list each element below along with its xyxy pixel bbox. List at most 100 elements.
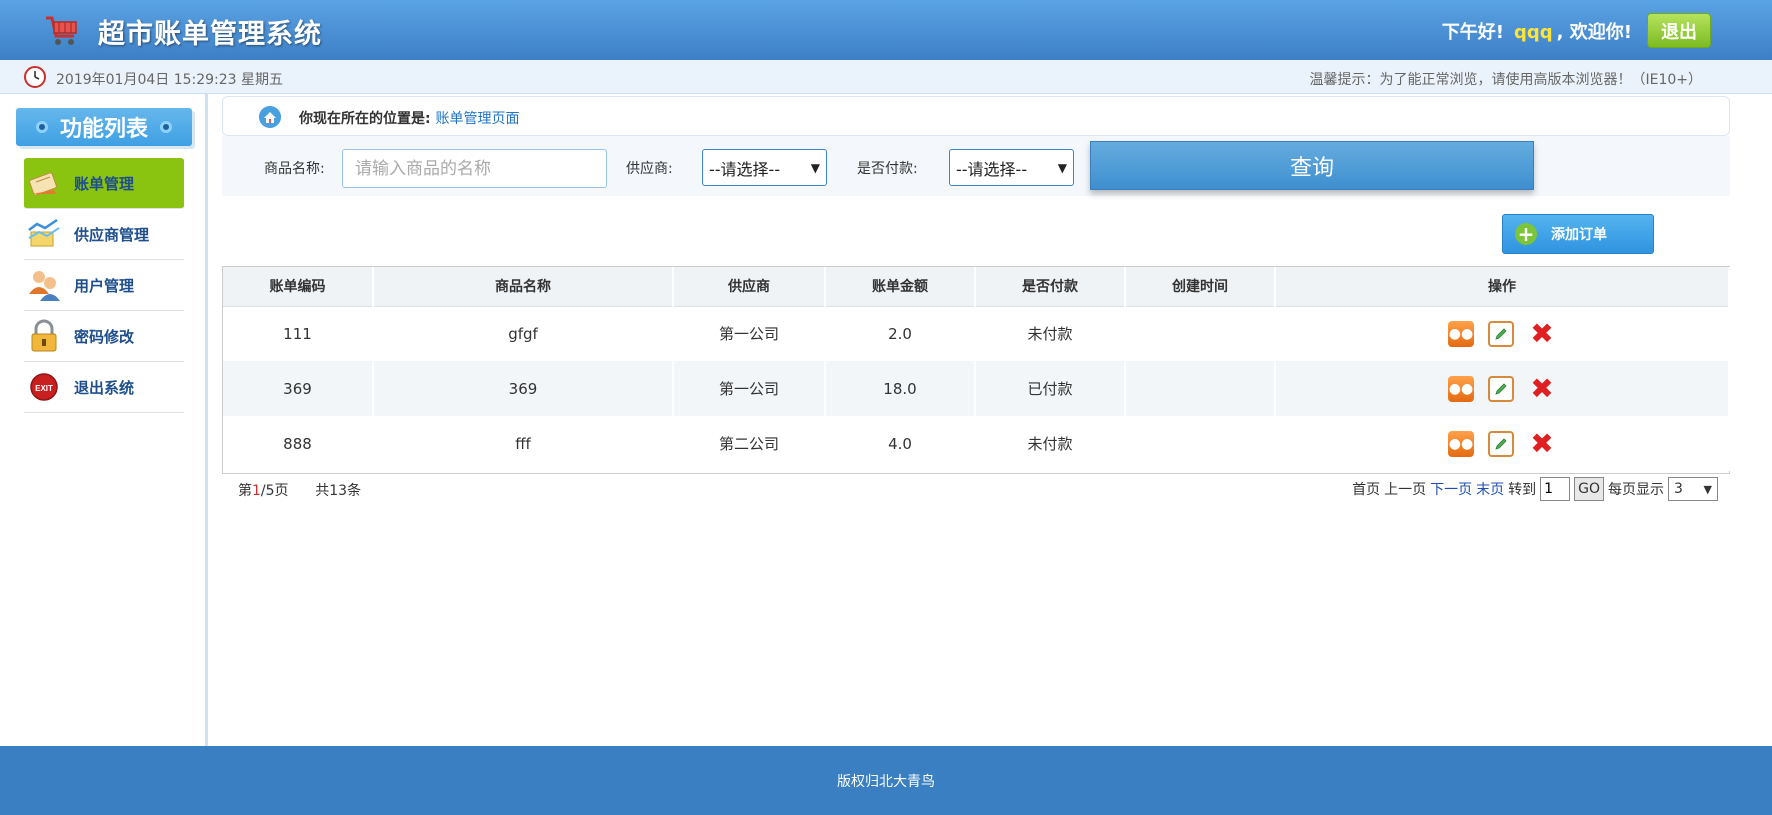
clock-icon xyxy=(24,66,46,88)
paid-select[interactable]: --请选择-- ▼ xyxy=(949,149,1074,186)
view-icon[interactable]: ●● xyxy=(1448,320,1474,347)
first-page-link[interactable]: 首页 xyxy=(1352,479,1380,499)
column-header: 账单金额 xyxy=(825,267,976,307)
supplier: 第一公司 xyxy=(673,361,826,416)
add-order-button[interactable]: + 添加订单 xyxy=(1502,214,1654,254)
view-icon[interactable]: ●● xyxy=(1448,430,1474,457)
prev-page-link[interactable]: 上一页 xyxy=(1384,479,1426,499)
sidebar-item-exit[interactable]: EXIT 退出系统 xyxy=(24,362,184,413)
product-name-input[interactable] xyxy=(342,149,607,188)
browser-tip: 温馨提示：为了能正常浏览，请使用高版本浏览器！（IE10+） xyxy=(1309,72,1702,88)
dropdown-arrow-icon: ▼ xyxy=(1057,160,1067,175)
supplier-label: 供应商: xyxy=(626,161,673,177)
exit-icon: EXIT xyxy=(26,369,62,405)
bill-amount: 18.0 xyxy=(825,361,976,416)
search-bar: 商品名称: 供应商: --请选择-- ▼ 是否付款: --请选择-- ▼ 查询 xyxy=(222,136,1730,196)
svg-text:EXIT: EXIT xyxy=(35,384,53,393)
paid-status: 已付款 xyxy=(975,361,1126,416)
column-header: 供应商 xyxy=(673,267,826,307)
delete-icon[interactable]: ✖ xyxy=(1528,374,1556,403)
page-info: 第1/5页 共13条 xyxy=(238,480,361,500)
current-page: 1 xyxy=(252,483,261,499)
logout-button[interactable]: 退出 xyxy=(1647,13,1711,48)
page-size-label: 每页显示 xyxy=(1608,482,1664,498)
supplier: 第二公司 xyxy=(673,416,826,471)
column-header: 操作 xyxy=(1275,267,1730,307)
lock-icon xyxy=(26,318,62,354)
column-header: 是否付款 xyxy=(975,267,1126,307)
home-icon xyxy=(259,106,281,128)
breadcrumb: 你现在所在的位置是: 账单管理页面 xyxy=(222,96,1730,136)
app-title: 超市账单管理系统 xyxy=(98,19,322,50)
table-header-row: 账单编码 商品名称 供应商 账单金额 是否付款 创建时间 操作 xyxy=(223,267,1730,307)
table-row: 888 fff 第二公司 4.0 未付款 ●● ✖ xyxy=(223,416,1730,471)
paid-status: 未付款 xyxy=(975,306,1126,361)
bill-code: 888 xyxy=(223,416,374,471)
product-name-label: 商品名称: xyxy=(264,161,325,177)
product-name: fff xyxy=(373,416,674,471)
query-button[interactable]: 查询 xyxy=(1090,141,1534,190)
sidebar-item-users[interactable]: 用户管理 xyxy=(24,260,184,311)
table-row: 111 gfgf 第一公司 2.0 未付款 ●● ✖ xyxy=(223,306,1730,361)
welcome-text: , 欢迎你! xyxy=(1556,22,1632,43)
goto-label: 转到 xyxy=(1508,482,1537,498)
location-current: 账单管理页面 xyxy=(435,111,520,127)
product-name: gfgf xyxy=(373,306,674,361)
supplier-select[interactable]: --请选择-- ▼ xyxy=(702,149,827,186)
bullet-icon xyxy=(35,121,48,133)
greeting-text: 下午好! xyxy=(1441,22,1505,43)
sidebar-item-suppliers[interactable]: 供应商管理 xyxy=(24,209,184,260)
column-header: 商品名称 xyxy=(373,267,674,307)
greeting: 下午好! qqq, 欢迎你! xyxy=(1442,18,1632,44)
plus-icon: + xyxy=(1515,223,1537,245)
page-suffix: /5页 xyxy=(260,483,289,499)
sidebar-item-label: 账单管理 xyxy=(74,174,135,193)
sidebar: 功能列表 账单管理 供应商管理 用户管理 密码修改 EXIT 退出系统 xyxy=(0,94,208,746)
delete-icon[interactable]: ✖ xyxy=(1528,319,1556,348)
total-count: 共13条 xyxy=(315,483,362,499)
username: qqq xyxy=(1514,22,1553,43)
bill-code: 111 xyxy=(223,306,374,361)
bills-table: 账单编码 商品名称 供应商 账单金额 是否付款 创建时间 操作 111 gfgf… xyxy=(222,266,1730,474)
table-row: 369 369 第一公司 18.0 已付款 ●● ✖ xyxy=(223,361,1730,416)
column-header: 创建时间 xyxy=(1125,267,1276,307)
row-actions: ●● ✖ xyxy=(1275,361,1730,416)
users-icon xyxy=(26,267,62,303)
bullet-icon xyxy=(160,121,172,133)
sidebar-item-label: 密码修改 xyxy=(74,327,135,346)
supplier-select-value: --请选择-- xyxy=(709,159,781,179)
bill-amount: 2.0 xyxy=(825,306,976,361)
go-button[interactable]: GO xyxy=(1574,477,1604,501)
created-time xyxy=(1125,306,1276,361)
sidebar-item-password[interactable]: 密码修改 xyxy=(24,311,184,362)
app-header: 超市账单管理系统 下午好! qqq, 欢迎你! 退出 xyxy=(0,0,1772,60)
supplier-icon xyxy=(26,216,62,252)
edit-icon[interactable] xyxy=(1488,320,1514,347)
view-icon[interactable]: ●● xyxy=(1448,375,1474,402)
sidebar-menu: 账单管理 供应商管理 用户管理 密码修改 EXIT 退出系统 xyxy=(24,158,184,413)
bill-amount: 4.0 xyxy=(825,416,976,471)
row-actions: ●● ✖ xyxy=(1275,306,1730,361)
supplier: 第一公司 xyxy=(673,306,826,361)
dropdown-arrow-icon: ▼ xyxy=(810,160,820,175)
edit-icon[interactable] xyxy=(1488,375,1514,402)
sidebar-item-label: 退出系统 xyxy=(74,378,135,397)
sidebar-item-label: 用户管理 xyxy=(74,276,135,295)
page-size-select[interactable]: 3 ▼ xyxy=(1668,477,1718,501)
shopping-cart-icon xyxy=(46,16,77,45)
sidebar-item-label: 供应商管理 xyxy=(74,225,150,244)
next-page-link[interactable]: 下一页 xyxy=(1430,479,1472,499)
page-size-value: 3 xyxy=(1674,481,1683,497)
sidebar-item-bills[interactable]: 账单管理 xyxy=(24,158,184,209)
sidebar-title-text: 功能列表 xyxy=(59,117,148,142)
status-bar: 2019年01月04日 15:29:23 星期五 温馨提示：为了能正常浏览，请使… xyxy=(0,60,1772,94)
last-page-link[interactable]: 末页 xyxy=(1476,479,1504,499)
delete-icon[interactable]: ✖ xyxy=(1528,429,1556,458)
edit-icon[interactable] xyxy=(1488,430,1514,457)
created-time xyxy=(1125,361,1276,416)
location-prefix: 你现在所在的位置是: xyxy=(299,111,431,127)
paid-status: 未付款 xyxy=(975,416,1126,471)
goto-page-input[interactable] xyxy=(1540,477,1571,501)
bill-icon xyxy=(26,165,62,201)
location-text: 你现在所在的位置是: 账单管理页面 xyxy=(299,108,519,128)
